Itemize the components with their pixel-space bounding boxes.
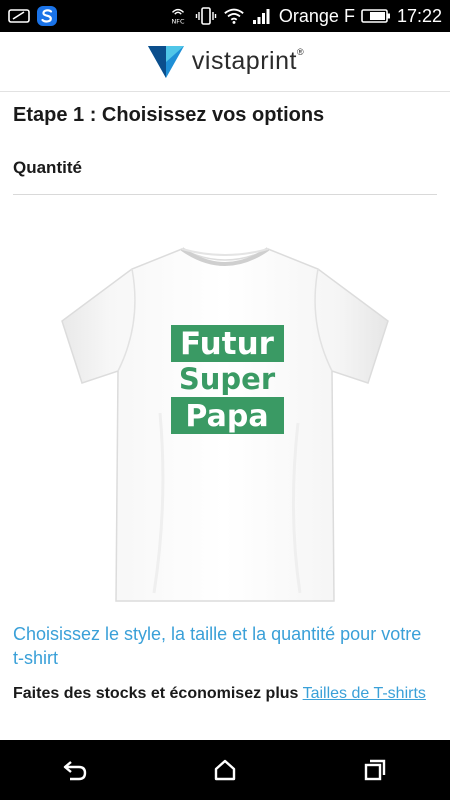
signal-icon	[251, 6, 273, 26]
stock-info: Faites des stocks et économisez plus Tai…	[13, 682, 437, 705]
shirt-line-3: Papa	[185, 399, 268, 434]
back-icon	[63, 761, 87, 781]
status-bar: NFC Orange F 17:22	[0, 0, 450, 32]
shirt-line-2: Super	[179, 362, 276, 396]
home-button[interactable]	[195, 748, 255, 792]
vibrate-icon	[195, 6, 217, 26]
clock: 17:22	[396, 5, 442, 26]
logo-text: vistaprint®	[192, 47, 304, 76]
s-app-icon	[36, 6, 58, 26]
recents-icon	[364, 759, 386, 781]
nfc-label: NFC	[171, 17, 184, 25]
wifi-icon	[223, 6, 245, 26]
shirt-line-1: Futur	[180, 326, 275, 362]
nfc-icon: NFC	[167, 6, 189, 26]
logo-mark-icon	[147, 45, 184, 78]
app-header: vistaprint®	[0, 32, 450, 92]
product-image: Futur Super Papa	[0, 200, 450, 615]
tshirt-sizes-link[interactable]: Tailles de T-shirts	[303, 685, 426, 702]
options-section: Etape 1 : Choisissez vos options Quantit…	[13, 92, 437, 195]
navigation-bar	[0, 740, 450, 800]
tshirt-image: Futur Super Papa	[61, 246, 389, 602]
carrier-name: Orange F	[278, 5, 355, 26]
quantity-label: Quantité	[13, 158, 82, 177]
battery-icon	[361, 6, 391, 26]
eye-icon	[8, 6, 30, 26]
step-title: Etape 1 : Choisissez vos options	[13, 104, 325, 126]
divider	[13, 194, 437, 195]
home-icon	[214, 759, 236, 781]
status-left	[0, 6, 58, 26]
status-right: NFC Orange F 17:22	[167, 6, 450, 27]
vistaprint-logo[interactable]: vistaprint®	[146, 44, 304, 80]
stock-text: Faites des stocks et économisez plus	[13, 685, 299, 702]
back-button[interactable]	[45, 748, 105, 792]
choose-style-link[interactable]: Choisissez le style, la taille et la qua…	[13, 622, 433, 670]
recents-button[interactable]	[345, 748, 405, 792]
logo-wordmark: vistaprint	[191, 47, 297, 75]
logo-registered-mark: ®	[296, 47, 305, 57]
